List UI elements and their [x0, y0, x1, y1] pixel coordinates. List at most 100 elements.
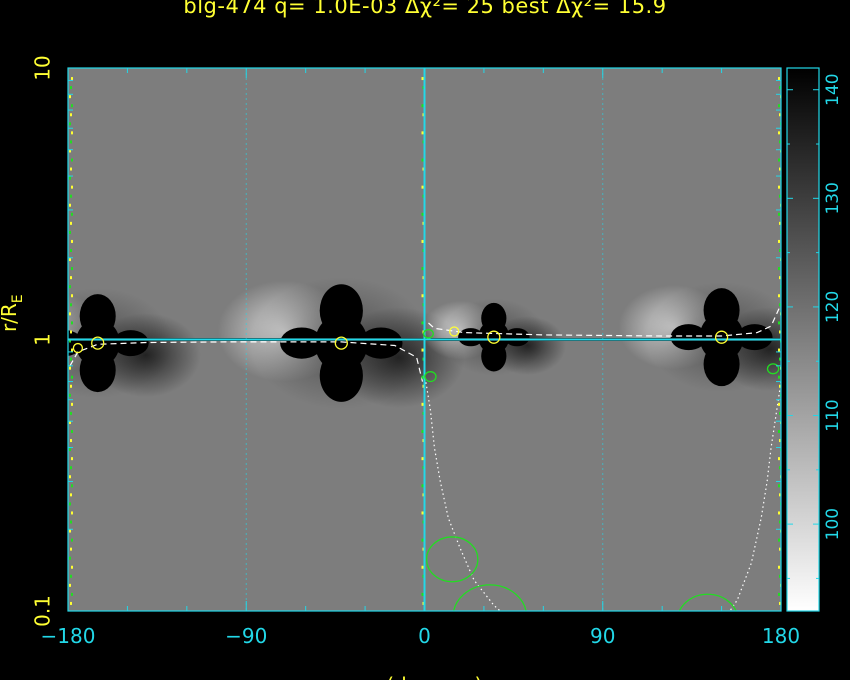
- edge-speckle: [71, 538, 73, 542]
- edge-speckle: [778, 592, 780, 596]
- colorbar: [786, 67, 820, 612]
- edge-speckle: [70, 276, 72, 280]
- edge-speckle: [69, 393, 71, 397]
- edge-speckle: [71, 185, 73, 189]
- edge-speckle: [421, 104, 424, 108]
- edge-speckle: [421, 375, 424, 379]
- edge-speckle: [421, 538, 424, 542]
- edge-speckle: [70, 493, 72, 497]
- edge-speckle: [71, 430, 73, 433]
- edge-speckle: [70, 384, 72, 388]
- edge-speckle: [778, 77, 780, 81]
- edge-speckle: [71, 348, 73, 352]
- edge-speckle: [71, 592, 73, 596]
- edge-speckle: [69, 583, 71, 587]
- edge-speckle: [69, 475, 71, 479]
- edge-speckle: [71, 402, 73, 406]
- edge-speckle: [421, 348, 424, 352]
- edge-speckle: [69, 285, 71, 289]
- edge-speckle: [69, 95, 71, 99]
- edge-speckle: [71, 294, 73, 298]
- edge-speckle: [69, 122, 71, 126]
- lobe-center: [699, 313, 744, 362]
- lobe-center: [314, 314, 368, 372]
- edge-speckle: [778, 565, 780, 569]
- edge-speckle: [71, 511, 73, 515]
- edge-speckle: [70, 221, 72, 225]
- edge-speckle: [70, 520, 72, 524]
- edge-speckle: [421, 212, 424, 216]
- x-tick-label: 90: [590, 624, 615, 648]
- y-axis-label: r/RE: [0, 294, 26, 332]
- edge-speckle: [69, 258, 71, 262]
- edge-speckle: [421, 511, 424, 515]
- edge-speckle: [421, 430, 424, 433]
- edge-speckle: [70, 194, 72, 198]
- edge-speckle: [71, 375, 73, 379]
- y-tick-label: 1: [31, 333, 55, 346]
- y-axis-label-main: r/R: [0, 303, 21, 332]
- edge-speckle: [421, 592, 424, 596]
- edge-speckle: [778, 538, 780, 542]
- edge-speckle: [70, 167, 72, 171]
- x-axis-label: α (degrees): [367, 673, 483, 680]
- edge-speckle: [778, 402, 780, 406]
- edge-speckle: [69, 366, 71, 370]
- lobe-center: [75, 319, 120, 368]
- colorbar-tick-label: 100: [823, 508, 843, 540]
- edge-speckle: [70, 249, 72, 252]
- edge-speckle: [421, 457, 424, 461]
- edge-speckle: [421, 294, 424, 298]
- edge-speckle: [70, 113, 72, 117]
- edge-speckle: [778, 294, 780, 298]
- edge-speckle: [71, 104, 73, 108]
- edge-speckle: [70, 357, 72, 361]
- colorbar-tick-label: 110: [823, 399, 843, 431]
- edge-speckle: [421, 185, 424, 189]
- edge-speckle: [421, 484, 424, 488]
- y-tick-label: 0.1: [31, 595, 55, 627]
- y-tick-label: 10: [31, 55, 55, 80]
- edge-speckle: [69, 176, 71, 180]
- x-tick-label: 180: [762, 624, 800, 648]
- colorbar-tick-label: 130: [823, 182, 843, 214]
- edge-speckle: [70, 140, 72, 144]
- edge-speckle: [421, 565, 424, 569]
- edge-speckle: [71, 321, 73, 325]
- edge-speckle: [421, 77, 424, 81]
- edge-speckle: [70, 466, 72, 470]
- edge-speckle: [70, 411, 72, 415]
- edge-speckle: [778, 511, 780, 515]
- edge-speckle: [778, 212, 780, 216]
- lobe-center: [478, 320, 510, 354]
- edge-speckle: [70, 601, 72, 605]
- edge-speckle: [421, 321, 424, 325]
- edge-speckle: [778, 348, 780, 352]
- edge-speckle: [71, 212, 73, 216]
- edge-speckle: [71, 239, 73, 243]
- edge-speckle: [69, 448, 71, 452]
- x-tick-label: 0: [418, 624, 431, 648]
- edge-speckle: [71, 131, 73, 135]
- edge-speckle: [421, 267, 424, 271]
- edge-speckle: [70, 86, 72, 90]
- edge-speckle: [70, 574, 72, 578]
- edge-speckle: [778, 185, 780, 189]
- edge-speckle: [70, 547, 72, 551]
- edge-speckle: [71, 158, 73, 162]
- edge-speckle: [69, 556, 71, 560]
- colorbar-tick-label: 140: [823, 73, 843, 105]
- edge-speckle: [70, 303, 72, 307]
- edge-speckle: [71, 267, 73, 271]
- edge-speckle: [69, 502, 71, 506]
- edge-speckle: [778, 158, 780, 162]
- x-tick-label: −90: [225, 624, 267, 648]
- edge-speckle: [778, 457, 780, 461]
- edge-speckle: [69, 203, 71, 207]
- edge-speckle: [778, 375, 780, 379]
- colorbar-tick-label: 120: [823, 291, 843, 323]
- edge-speckle: [69, 312, 71, 316]
- edge-speckle: [778, 267, 780, 271]
- chart-plot: −180−900901800.1110r/REα (degrees)100110…: [0, 55, 843, 680]
- edge-speckle: [778, 131, 780, 135]
